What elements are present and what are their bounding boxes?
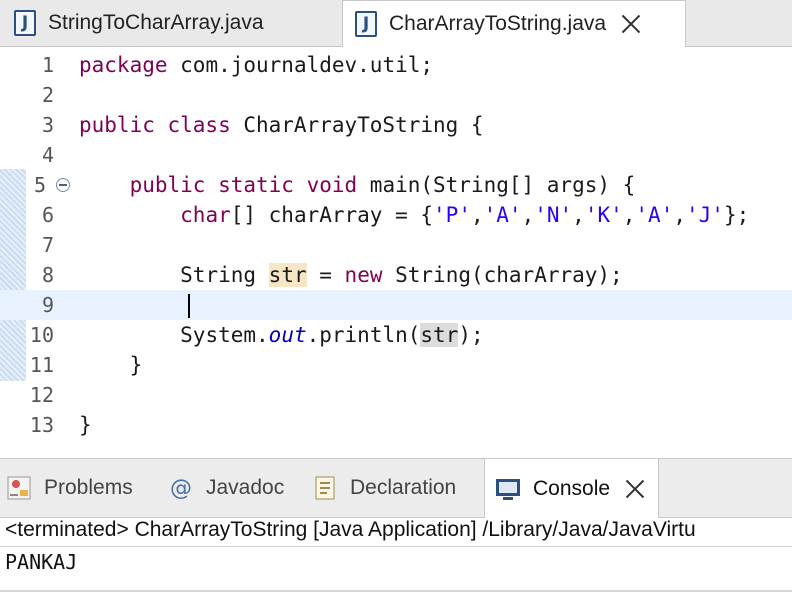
code-line: 7 xyxy=(0,230,792,260)
line-number: 13 xyxy=(29,413,54,437)
string-literal: 'K' xyxy=(584,203,623,227)
code-text: String str = new String(charArray); xyxy=(79,260,623,290)
code-text: public class CharArrayToString { xyxy=(79,110,484,140)
line-number: 12 xyxy=(29,383,54,407)
code-editor[interactable]: 1 package com.journaldev.util; 2 3 publi… xyxy=(0,47,792,445)
code-fragment: ); xyxy=(458,323,484,347)
javadoc-at-icon: @ xyxy=(170,475,192,501)
problems-icon xyxy=(6,475,32,501)
tab-stringtochararray[interactable]: J StringToCharArray.java xyxy=(14,0,340,46)
variable-occurrence-highlight: str xyxy=(268,263,307,287)
code-fragment: }; xyxy=(723,203,750,227)
code-text: } xyxy=(79,350,143,380)
tab-label: Problems xyxy=(44,476,133,499)
code-line: 10 System.out.println(str); xyxy=(0,320,792,350)
tab-console[interactable]: Console xyxy=(484,459,660,518)
line-number: 4 xyxy=(41,143,54,167)
code-text: public static void main(String[] args) { xyxy=(79,170,636,200)
code-fragment: [] charArray = { xyxy=(230,203,434,227)
code-text: System.out.println(str); xyxy=(79,320,484,350)
code-text: package com.journaldev.util; xyxy=(79,50,433,80)
tab-label: Javadoc xyxy=(206,476,285,499)
comma: , xyxy=(572,203,585,227)
code-line: 6 char[] charArray = {'P','A','N','K','A… xyxy=(0,200,792,230)
string-literal: 'N' xyxy=(534,203,573,227)
code-line: 1 package com.journaldev.util; xyxy=(0,50,792,80)
code-fragment: .println( xyxy=(306,323,421,347)
line-number: 9 xyxy=(41,293,54,317)
current-line: 9 xyxy=(0,290,792,320)
line-number: 3 xyxy=(41,113,54,137)
code-fragment: main(String[] args) { xyxy=(357,173,636,197)
keyword: char xyxy=(180,203,231,227)
line-number: 1 xyxy=(41,53,54,77)
java-file-icon: J xyxy=(355,11,377,37)
code-fragment: CharArrayToString { xyxy=(230,113,484,137)
keyword: public static void xyxy=(129,173,358,197)
code-fragment: } xyxy=(79,413,92,437)
variable-occurrence-highlight: str xyxy=(420,323,459,347)
code-line: 3 public class CharArrayToString { xyxy=(0,110,792,140)
text-cursor xyxy=(188,294,190,318)
line-number: 8 xyxy=(41,263,54,287)
code-line: 13 } xyxy=(0,410,792,440)
code-fragment: com.journaldev.util; xyxy=(167,53,434,77)
code-fragment: } xyxy=(129,353,143,377)
string-literal: 'P' xyxy=(433,203,471,227)
editor-tab-bar: J StringToCharArray.java J CharArrayToSt… xyxy=(0,0,792,47)
divider xyxy=(0,546,792,547)
line-number: 11 xyxy=(29,353,54,377)
tab-javadoc[interactable]: @ Javadoc xyxy=(168,459,284,517)
code-text: } xyxy=(79,410,92,440)
static-field: out xyxy=(268,323,307,347)
string-literal: 'A' xyxy=(635,203,674,227)
line-number: 10 xyxy=(29,323,54,347)
line-number: 2 xyxy=(41,83,54,107)
tab-label: StringToCharArray.java xyxy=(48,11,264,34)
keyword: public class xyxy=(79,113,231,137)
comma: , xyxy=(673,203,686,227)
tab-label: Declaration xyxy=(350,476,457,499)
code-fragment: String(charArray); xyxy=(382,263,623,287)
tab-label: Console xyxy=(533,476,611,500)
code-line: 5 public static void main(String[] args)… xyxy=(0,170,792,200)
declaration-icon xyxy=(312,475,338,501)
tab-problems[interactable]: Problems xyxy=(6,459,133,517)
string-literal: 'A' xyxy=(483,203,522,227)
comma: , xyxy=(622,203,636,227)
close-tab-icon[interactable] xyxy=(624,478,646,500)
code-line: 11 } xyxy=(0,350,792,380)
line-number: 6 xyxy=(41,203,54,227)
line-number: 5 xyxy=(33,173,46,197)
code-fragment: String xyxy=(180,263,269,287)
code-fragment: System. xyxy=(180,323,269,347)
keyword: package xyxy=(79,53,168,77)
code-text: char[] charArray = {'P','A','N','K','A',… xyxy=(79,200,749,230)
code-line: 2 xyxy=(0,80,792,110)
tab-declaration[interactable]: Declaration xyxy=(312,459,456,517)
close-tab-icon[interactable] xyxy=(620,13,642,35)
string-literal: 'J' xyxy=(686,203,724,227)
code-line: 4 xyxy=(0,140,792,170)
line-number: 7 xyxy=(41,233,54,257)
tab-chararraytostring[interactable]: J CharArrayToString.java xyxy=(342,0,686,47)
keyword: new xyxy=(344,263,383,287)
java-file-icon: J xyxy=(14,10,36,36)
tab-label: CharArrayToString.java xyxy=(389,12,607,35)
comma: , xyxy=(470,203,484,227)
console-output[interactable]: PANKAJ xyxy=(5,550,77,574)
code-line: 8 String str = new String(charArray); xyxy=(0,260,792,290)
comma: , xyxy=(521,203,535,227)
code-fragment: = xyxy=(306,263,345,287)
code-line: 12 xyxy=(0,380,792,410)
collapse-fold-icon[interactable] xyxy=(56,178,70,192)
panel-tab-bar: Problems @ Javadoc Declaration Console xyxy=(0,458,792,518)
console-monitor-icon xyxy=(495,476,521,502)
console-status-line: <terminated> CharArrayToString [Java App… xyxy=(5,518,696,541)
